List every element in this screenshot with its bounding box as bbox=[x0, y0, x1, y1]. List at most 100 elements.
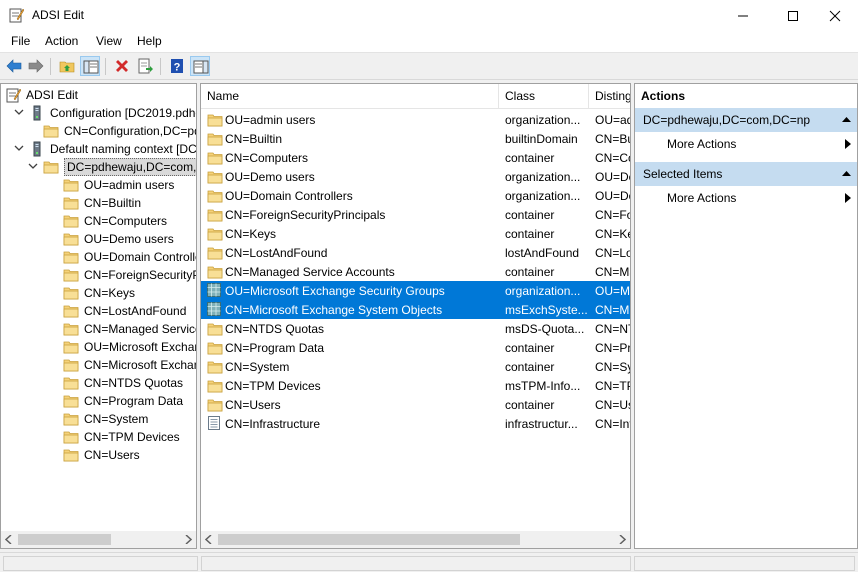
list-row[interactable]: CN=Managed Service Accounts container CN=M… bbox=[201, 262, 630, 281]
list-row[interactable]: CN=Users container CN=Users bbox=[201, 395, 630, 414]
cell-distinguished-name: CN=System bbox=[595, 360, 630, 374]
tree-item-label: OU=Demo users bbox=[84, 232, 174, 246]
scroll-right-icon[interactable] bbox=[184, 535, 192, 544]
scroll-thumb[interactable] bbox=[218, 534, 520, 545]
collapse-chevron-icon[interactable] bbox=[13, 106, 25, 118]
column-header-class[interactable]: Class bbox=[499, 84, 589, 109]
minimize-button[interactable] bbox=[720, 0, 766, 31]
folder-icon bbox=[63, 447, 79, 463]
list-row[interactable]: OU=Microsoft Exchange Security Groups org… bbox=[201, 281, 630, 300]
list-row[interactable]: CN=ForeignSecurityPrincipals container CN=… bbox=[201, 205, 630, 224]
more-actions-selected-items[interactable]: More Actions bbox=[635, 187, 857, 209]
list-row[interactable]: OU=admin users organization... OU=admin us… bbox=[201, 110, 630, 129]
list-horizontal-scrollbar[interactable] bbox=[201, 531, 630, 548]
tree-item-domain[interactable]: DC=pdhewaju,DC=com,DC=np bbox=[1, 158, 196, 176]
collapse-icon[interactable] bbox=[842, 116, 851, 123]
back-button[interactable] bbox=[4, 56, 24, 76]
list-row[interactable]: CN=Microsoft Exchange System Objects msEx… bbox=[201, 300, 630, 319]
list-row[interactable]: CN=Infrastructure infrastructur... CN=Infr… bbox=[201, 414, 630, 433]
tree-item-child[interactable]: CN=Users bbox=[1, 446, 196, 464]
tree-item-default-naming-context[interactable]: Default naming context [DC2019.pdhewaju.… bbox=[1, 140, 196, 158]
list-row[interactable]: CN=System container CN=System bbox=[201, 357, 630, 376]
show-hide-action-pane-button[interactable] bbox=[190, 56, 210, 76]
action-pane-icon bbox=[193, 60, 209, 74]
collapse-chevron-icon[interactable] bbox=[27, 160, 39, 172]
tree-horizontal-scrollbar[interactable] bbox=[1, 531, 196, 548]
console-tree-pane[interactable]: ADSI Edit Configuration [DC2019.pdhewaju.… bbox=[0, 83, 197, 549]
folder-icon bbox=[63, 429, 79, 445]
maximize-icon bbox=[788, 11, 798, 21]
tree-item-child[interactable]: CN=System bbox=[1, 410, 196, 428]
tree-item-configuration-cn[interactable]: CN=Configuration,DC=pdhewaju,DC=com,DC=n… bbox=[1, 122, 196, 140]
menu-file[interactable]: File bbox=[11, 34, 30, 48]
show-hide-console-tree-button[interactable] bbox=[80, 56, 100, 76]
close-button[interactable] bbox=[812, 0, 858, 31]
export-list-icon bbox=[138, 58, 153, 74]
tree-item-child[interactable]: CN=TPM Devices bbox=[1, 428, 196, 446]
tree-item-label: CN=TPM Devices bbox=[84, 430, 180, 444]
maximize-button[interactable] bbox=[770, 0, 816, 31]
more-actions-domain[interactable]: More Actions bbox=[635, 133, 857, 155]
menu-view[interactable]: View bbox=[96, 34, 122, 48]
cell-class: organization... bbox=[505, 113, 581, 127]
server-icon bbox=[29, 105, 45, 121]
menu-help[interactable]: Help bbox=[137, 34, 162, 48]
folder-icon bbox=[63, 195, 79, 211]
cell-name: CN=System bbox=[225, 360, 290, 374]
selected-folder-icon bbox=[207, 302, 221, 316]
list-row[interactable]: CN=Keys container CN=Keys bbox=[201, 224, 630, 243]
tree-item-child[interactable]: CN=LostAndFound bbox=[1, 302, 196, 320]
collapse-chevron-icon[interactable] bbox=[13, 142, 25, 154]
folder-up-icon bbox=[59, 61, 75, 73]
tree-item-child[interactable]: CN=Microsoft Exchange System Objects bbox=[1, 356, 196, 374]
column-header-distinguished-name[interactable]: Disting bbox=[589, 84, 630, 109]
scroll-left-icon[interactable] bbox=[5, 535, 13, 544]
selected-folder-icon bbox=[207, 283, 221, 297]
folder-icon bbox=[207, 169, 223, 184]
list-row[interactable]: CN=TPM Devices msTPM-Info... CN=TPM Device… bbox=[201, 376, 630, 395]
cell-distinguished-name: CN=NTDS Quotas bbox=[595, 322, 630, 336]
tree-item-child[interactable]: CN=Builtin bbox=[1, 194, 196, 212]
tree-item-child[interactable]: OU=Domain Controllers bbox=[1, 248, 196, 266]
tree-item-child[interactable]: CN=Managed Service Accounts bbox=[1, 320, 196, 338]
actions-group-selected-items[interactable]: Selected Items bbox=[635, 162, 857, 186]
cell-distinguished-name: CN=ForeignSecurityPrincipals bbox=[595, 208, 630, 222]
list-row[interactable]: OU=Domain Controllers organization... OU=D… bbox=[201, 186, 630, 205]
tree-root-adsi-edit[interactable]: ADSI Edit bbox=[1, 86, 196, 104]
cell-name: CN=Managed Service Accounts bbox=[225, 265, 395, 279]
folder-icon bbox=[207, 112, 223, 127]
tree-item-label: Configuration [DC2019.pdhewaju.com] bbox=[50, 106, 196, 120]
tree-item-child[interactable]: CN=ForeignSecurityPrincipals bbox=[1, 266, 196, 284]
column-header-name[interactable]: Name bbox=[201, 84, 499, 109]
tree-item-child[interactable]: CN=Keys bbox=[1, 284, 196, 302]
delete-button[interactable] bbox=[112, 56, 132, 76]
results-list-pane[interactable]: Name Class Disting OU=admin users organiz… bbox=[200, 83, 631, 549]
list-row[interactable]: CN=LostAndFound lostAndFound CN=LostAndFou… bbox=[201, 243, 630, 262]
scroll-thumb[interactable] bbox=[18, 534, 111, 545]
folder-icon bbox=[63, 411, 79, 427]
tree-item-child[interactable]: CN=NTDS Quotas bbox=[1, 374, 196, 392]
scroll-right-icon[interactable] bbox=[618, 535, 626, 544]
export-list-button[interactable] bbox=[135, 56, 155, 76]
list-row[interactable]: CN=Builtin builtinDomain CN=Builtin bbox=[201, 129, 630, 148]
up-one-level-button[interactable] bbox=[57, 56, 77, 76]
tree-item-child[interactable]: CN=Program Data bbox=[1, 392, 196, 410]
menu-action[interactable]: Action bbox=[45, 34, 78, 48]
tree-item-child[interactable]: OU=admin users bbox=[1, 176, 196, 194]
actions-group-domain[interactable]: DC=pdhewaju,DC=com,DC=np bbox=[635, 108, 857, 132]
cell-distinguished-name: CN=Program Data bbox=[595, 341, 630, 355]
scroll-left-icon[interactable] bbox=[205, 535, 213, 544]
tree-item-child[interactable]: OU=Microsoft Exchange Security Groups bbox=[1, 338, 196, 356]
cell-distinguished-name: CN=Managed Service Accounts bbox=[595, 265, 630, 279]
list-row[interactable]: OU=Demo users organization... OU=Demo user… bbox=[201, 167, 630, 186]
tree-item-child[interactable]: CN=Computers bbox=[1, 212, 196, 230]
list-row[interactable]: CN=Program Data container CN=Program Data bbox=[201, 338, 630, 357]
tree-item-configuration[interactable]: Configuration [DC2019.pdhewaju.com] bbox=[1, 104, 196, 122]
list-row[interactable]: CN=NTDS Quotas msDS-Quota... CN=NTDS Quota… bbox=[201, 319, 630, 338]
tree-item-child[interactable]: OU=Demo users bbox=[1, 230, 196, 248]
forward-button[interactable] bbox=[26, 56, 46, 76]
folder-icon bbox=[63, 357, 79, 373]
help-button[interactable]: ? bbox=[167, 56, 187, 76]
collapse-icon[interactable] bbox=[842, 170, 851, 177]
list-row[interactable]: CN=Computers container CN=Computers bbox=[201, 148, 630, 167]
